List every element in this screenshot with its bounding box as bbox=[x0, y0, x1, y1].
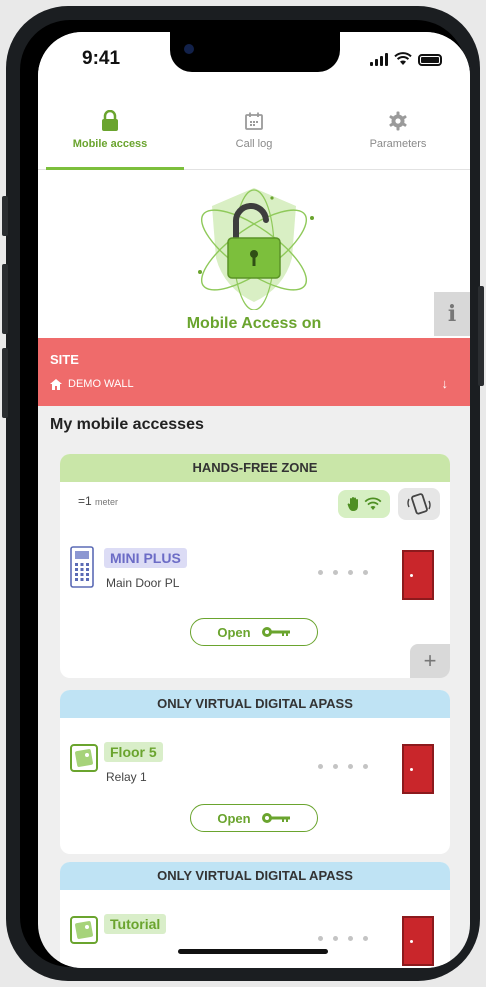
access-row[interactable]: Tutorial bbox=[60, 912, 450, 968]
status-time: 9:41 bbox=[82, 48, 121, 69]
tab-bar: Mobile access Call log Parameters bbox=[38, 92, 470, 170]
camera bbox=[184, 44, 194, 54]
hand-icon bbox=[347, 497, 358, 511]
gear-icon bbox=[389, 111, 407, 131]
access-name: MINI PLUS bbox=[104, 548, 187, 568]
access-door-label: Relay 1 bbox=[106, 770, 147, 784]
status-icons bbox=[370, 52, 442, 66]
tab-mobile-access[interactable]: Mobile access bbox=[38, 92, 182, 169]
tab-label: Parameters bbox=[369, 138, 427, 150]
access-row[interactable]: Floor 5 Relay 1 bbox=[60, 740, 450, 796]
door-icon bbox=[402, 916, 434, 966]
shake-phone-icon bbox=[407, 493, 431, 515]
home-indicator[interactable] bbox=[178, 949, 328, 954]
mute-switch bbox=[2, 196, 8, 236]
tab-label: Call log bbox=[235, 138, 273, 150]
shake-phone-toggle[interactable] bbox=[398, 488, 440, 520]
wifi-icon bbox=[364, 497, 381, 510]
tab-call-log[interactable]: Call log bbox=[182, 92, 326, 169]
mobile-access-status-panel: Mobile Access on bbox=[38, 170, 470, 340]
signal-icon bbox=[370, 53, 388, 66]
access-name: Floor 5 bbox=[104, 742, 163, 762]
power-button bbox=[478, 286, 484, 386]
access-card-hands-free: HANDS-FREE ZONE =1 meter MINI PLUS Main … bbox=[60, 454, 450, 678]
tag-icon bbox=[70, 744, 98, 772]
site-title: SITE bbox=[50, 352, 79, 367]
calendar-icon bbox=[245, 112, 263, 130]
open-button[interactable]: Open bbox=[190, 618, 318, 646]
tag-icon bbox=[70, 916, 98, 944]
open-label: Open bbox=[217, 624, 251, 640]
notch bbox=[170, 32, 340, 72]
access-name: Tutorial bbox=[104, 914, 167, 934]
unlocked-padlock-icon bbox=[198, 188, 314, 310]
card-header: ONLY VIRTUAL DIGITAL APASS bbox=[60, 862, 450, 890]
battery-icon bbox=[418, 54, 442, 66]
volume-down-button bbox=[2, 348, 8, 418]
distance-value: =1 bbox=[78, 494, 92, 508]
screen: 9:41 Mobile access Call log Parameters M… bbox=[38, 32, 470, 968]
add-access-button[interactable]: + bbox=[410, 644, 450, 678]
tab-label: Mobile access bbox=[72, 138, 148, 150]
distance-setting: =1 meter bbox=[78, 494, 118, 508]
distance-unit: meter bbox=[95, 497, 119, 507]
wifi-icon bbox=[394, 52, 412, 65]
access-row[interactable]: MINI PLUS Main Door PL bbox=[60, 546, 450, 602]
volume-up-button bbox=[2, 264, 8, 334]
section-title: My mobile accesses bbox=[50, 416, 204, 433]
intercom-panel-icon bbox=[70, 546, 94, 588]
site-name: DEMO WALL bbox=[68, 378, 134, 390]
phone-frame: 9:41 Mobile access Call log Parameters M… bbox=[2, 6, 484, 981]
door-icon bbox=[402, 550, 434, 600]
tab-parameters[interactable]: Parameters bbox=[326, 92, 470, 169]
site-banner[interactable]: SITE DEMO WALL ↓ bbox=[38, 338, 470, 406]
access-door-label: Main Door PL bbox=[106, 576, 180, 590]
card-header: ONLY VIRTUAL DIGITAL APASS bbox=[60, 690, 450, 718]
open-label: Open bbox=[217, 810, 251, 826]
connection-dots bbox=[318, 570, 368, 575]
arrow-down-icon[interactable]: ↓ bbox=[442, 376, 449, 391]
mobile-access-status-text: Mobile Access on bbox=[186, 315, 322, 332]
home-icon bbox=[50, 378, 62, 390]
info-button[interactable]: i bbox=[434, 292, 470, 336]
access-card-virtual-apass: ONLY VIRTUAL DIGITAL APASS Floor 5 Relay… bbox=[60, 690, 450, 854]
key-icon bbox=[261, 813, 290, 823]
key-icon bbox=[261, 627, 290, 637]
site-selector[interactable]: DEMO WALL bbox=[50, 378, 134, 390]
lock-icon bbox=[102, 110, 118, 131]
card-header: HANDS-FREE ZONE bbox=[60, 454, 450, 482]
connection-dots bbox=[318, 764, 368, 769]
open-button[interactable]: Open bbox=[190, 804, 318, 832]
connection-dots bbox=[318, 936, 368, 941]
hands-free-toggle[interactable] bbox=[338, 490, 390, 518]
door-icon bbox=[402, 744, 434, 794]
